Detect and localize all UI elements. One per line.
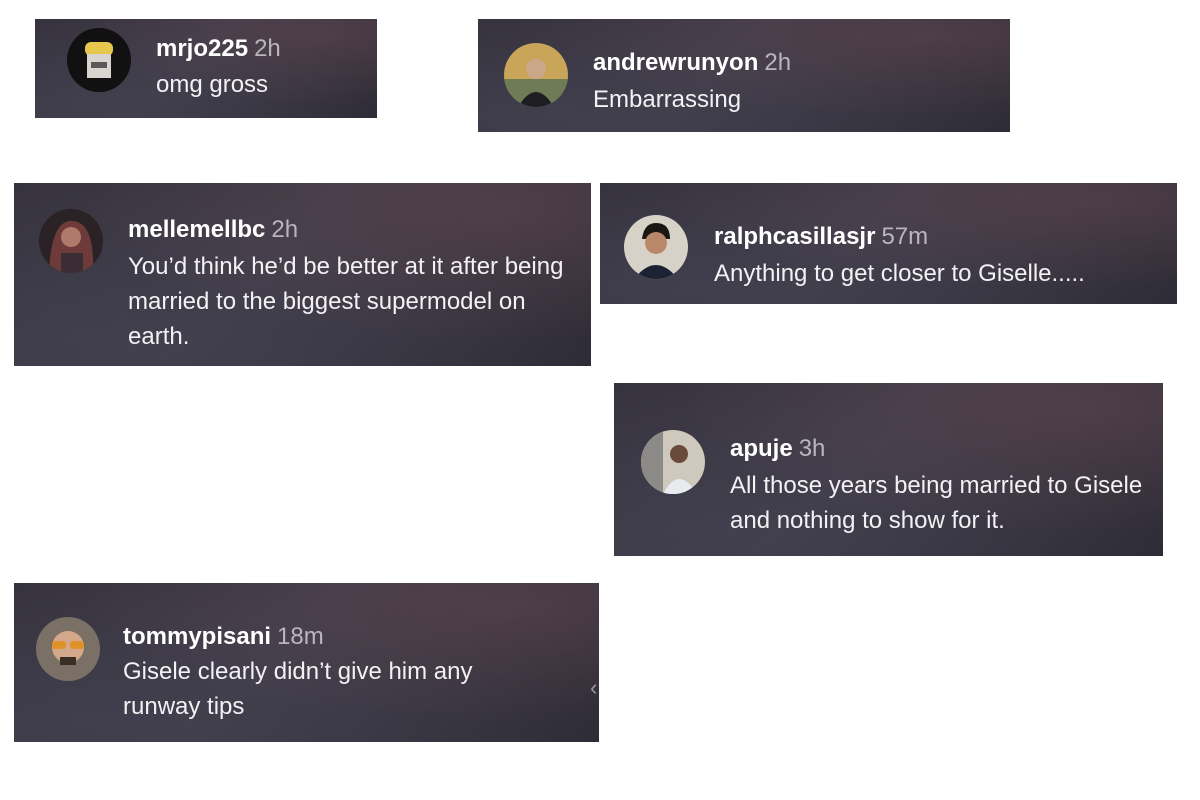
person-avatar-icon [641, 430, 705, 494]
comment-card: apuje 3h All those years being married to… [614, 383, 1163, 556]
comment-header: andrewrunyon 2h [593, 49, 791, 77]
timestamp: 57m [881, 223, 929, 250]
username[interactable]: mellemellbc [128, 216, 265, 243]
timestamp: 2h [764, 49, 792, 76]
timestamp: 2h [254, 35, 281, 62]
comment-card: mrjo225 2h omg gross [35, 19, 377, 118]
username[interactable]: mrjo225 [156, 35, 248, 62]
timestamp: 18m [277, 623, 324, 650]
comment-text: omg gross [156, 71, 269, 98]
avatar[interactable] [641, 430, 705, 494]
comment-header: ralphcasillasjr 57m [714, 223, 928, 251]
person-avatar-icon [39, 209, 103, 273]
username[interactable]: tommypisani [123, 623, 271, 650]
person-avatar-icon [36, 617, 100, 681]
cartoon-avatar-icon [67, 28, 131, 92]
comment-text: Anything to get closer to Giselle..... [714, 260, 1085, 287]
comment-header: mrjo225 2h [156, 35, 281, 63]
comment-header: tommypisani 18m [123, 623, 324, 651]
comment-text: You’d think he’d be better at it after b… [128, 253, 564, 350]
comment-card: andrewrunyon 2h Embarrassing [478, 19, 1010, 132]
timestamp: 2h [271, 216, 299, 243]
comment-text: Gisele clearly didn’t give him any runwa… [123, 658, 473, 720]
comment-card: ralphcasillasjr 57m Anything to get close… [600, 183, 1177, 304]
avatar[interactable] [504, 43, 568, 107]
comment-card: mellemellbc 2h You’d think he’d be better… [14, 183, 591, 366]
avatar[interactable] [39, 209, 103, 273]
username[interactable]: apuje [730, 435, 793, 462]
comment-header: apuje 3h [730, 435, 825, 463]
avatar[interactable] [624, 215, 688, 279]
scroll-indicator-icon[interactable]: ‹ [590, 675, 597, 701]
avatar[interactable] [36, 617, 100, 681]
person-avatar-icon [504, 43, 568, 107]
comment-card: tommypisani 18m Gisele clearly didn’t giv… [14, 583, 599, 742]
username[interactable]: andrewrunyon [593, 49, 758, 76]
person-avatar-icon [624, 215, 688, 279]
username[interactable]: ralphcasillasjr [714, 223, 875, 250]
comment-header: mellemellbc 2h [128, 216, 298, 244]
avatar[interactable] [67, 28, 131, 92]
timestamp: 3h [798, 435, 826, 462]
comment-text: All those years being married to Gisele … [730, 472, 1143, 534]
comment-text: Embarrassing [593, 86, 742, 113]
